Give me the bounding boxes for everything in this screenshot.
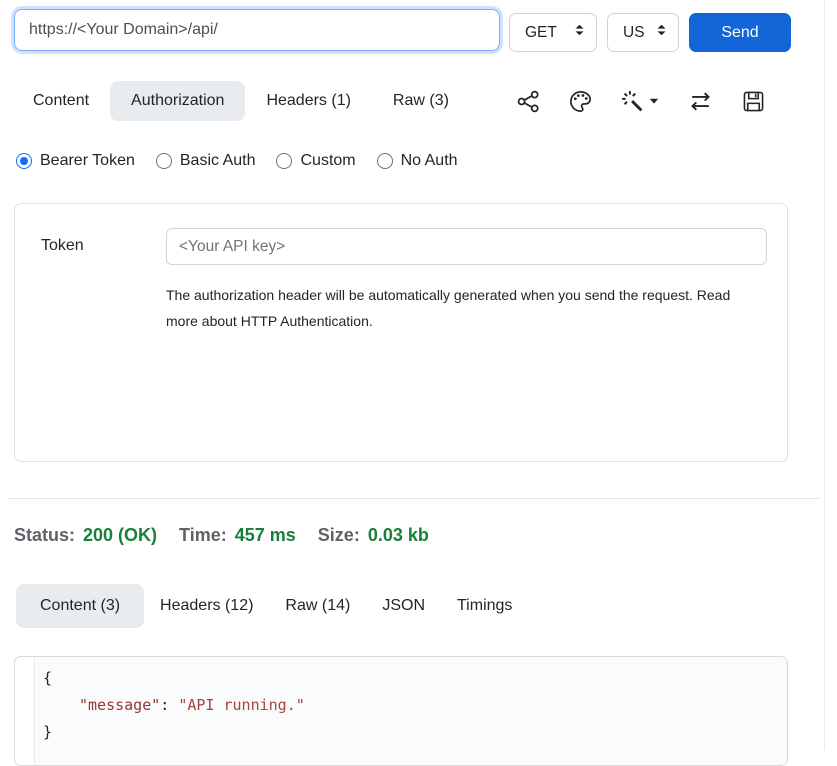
palette-icon <box>569 90 592 113</box>
save-icon <box>742 90 765 113</box>
magic-wand-button[interactable] <box>621 90 659 113</box>
json-line-message: "message": "API running." <box>43 692 787 719</box>
resp-tab-headers[interactable]: Headers (12) <box>144 584 269 628</box>
response-status: Status: 200 (OK) Time: 457 ms Size: 0.03… <box>14 523 451 547</box>
time-label: Time: <box>179 525 227 546</box>
status-value: 200 (OK) <box>83 525 157 546</box>
scrollbar-gutter <box>824 0 825 750</box>
request-tabs: Content Authorization Headers (1) Raw (3… <box>12 81 470 121</box>
radio-basic-auth[interactable]: Basic Auth <box>156 152 256 170</box>
swap-arrows-icon <box>688 90 713 113</box>
share-icon <box>517 90 540 113</box>
resp-tab-json[interactable]: JSON <box>366 584 441 628</box>
method-select[interactable]: GET <box>509 13 597 52</box>
select-arrows-icon <box>656 23 667 42</box>
resp-tab-raw[interactable]: Raw (14) <box>269 584 366 628</box>
token-panel: Token The authorization header will be a… <box>14 203 788 462</box>
select-arrows-icon <box>574 23 585 42</box>
auth-type-radios: Bearer Token Basic Auth Custom No Auth <box>16 150 458 172</box>
time-value: 457 ms <box>235 525 296 546</box>
method-select-value: GET <box>525 24 557 42</box>
region-select-value: US <box>623 24 645 42</box>
size-value: 0.03 kb <box>368 525 429 546</box>
response-tabs: Content (3) Headers (12) Raw (14) JSON T… <box>16 584 528 628</box>
radio-unselected-icon <box>377 153 393 169</box>
send-button[interactable]: Send <box>689 13 791 52</box>
radio-unselected-icon <box>276 153 292 169</box>
tab-headers[interactable]: Headers (1) <box>245 81 371 121</box>
json-key: "message" <box>79 696 160 714</box>
caret-down-icon <box>649 97 659 105</box>
token-label: Token <box>41 237 84 255</box>
token-help-text: The authorization header will be automat… <box>166 282 758 334</box>
json-separator: : <box>160 696 178 714</box>
radio-no-auth[interactable]: No Auth <box>377 152 458 170</box>
toolbar-icons <box>517 81 765 121</box>
region-select[interactable]: US <box>607 13 679 52</box>
resp-tab-timings[interactable]: Timings <box>441 584 528 628</box>
json-line-close: } <box>43 719 787 746</box>
palette-button[interactable] <box>569 90 592 113</box>
response-json[interactable]: { "message": "API running." } <box>34 657 787 765</box>
tab-authorization[interactable]: Authorization <box>110 81 245 121</box>
tab-content[interactable]: Content <box>12 81 110 121</box>
radio-bearer-token[interactable]: Bearer Token <box>16 152 135 170</box>
magic-wand-icon <box>621 90 644 113</box>
token-input[interactable] <box>166 228 767 265</box>
resp-tab-content[interactable]: Content (3) <box>16 584 144 628</box>
radio-unselected-icon <box>156 153 172 169</box>
share-button[interactable] <box>517 90 540 113</box>
json-value: "API running." <box>178 696 304 714</box>
size-label: Size: <box>318 525 360 546</box>
save-button[interactable] <box>742 90 765 113</box>
radio-selected-icon <box>16 153 32 169</box>
radio-custom[interactable]: Custom <box>276 152 355 170</box>
status-label: Status: <box>14 525 75 546</box>
tab-raw[interactable]: Raw (3) <box>372 81 470 121</box>
url-input[interactable] <box>14 9 500 51</box>
json-line-open: { <box>43 665 787 692</box>
divider <box>8 498 820 499</box>
swap-arrows-button[interactable] <box>688 90 713 113</box>
